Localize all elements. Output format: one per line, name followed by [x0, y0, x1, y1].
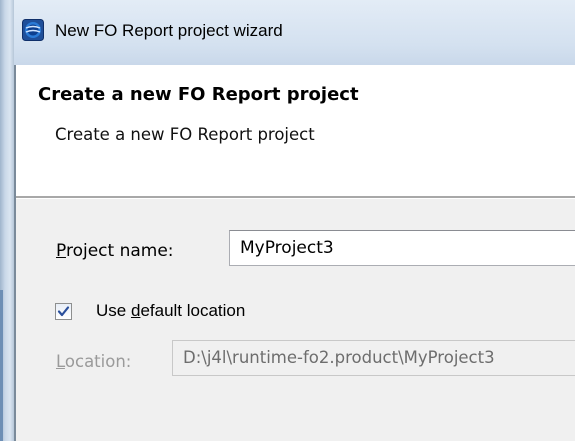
location-input[interactable]: D:\j4l\runtime-fo2.product\MyProject3 — [172, 340, 575, 376]
project-name-label: Project name: — [56, 241, 174, 261]
use-default-label-after: efault location — [140, 301, 246, 320]
eclipse-app-icon — [22, 19, 44, 41]
use-default-location-checkbox[interactable] — [55, 303, 72, 320]
wizard-page-title: Create a new FO Report project — [38, 84, 359, 105]
location-label: Location: — [56, 352, 131, 371]
project-name-input[interactable]: MyProject3 — [229, 230, 575, 266]
use-default-label-before: Use — [96, 301, 131, 320]
checkmark-icon — [57, 306, 70, 317]
wizard-page-description: Create a new FO Report project — [55, 125, 315, 144]
project-name-mnemonic: P — [56, 241, 66, 261]
window-frame-edge — [0, 290, 3, 441]
location-label-text: ocation: — [64, 352, 132, 371]
use-default-location-label[interactable]: Use default location — [96, 301, 245, 321]
project-name-label-text: roject name: — [65, 241, 174, 261]
window-title: New FO Report project wizard — [55, 21, 283, 40]
location-mnemonic: L — [56, 352, 65, 371]
